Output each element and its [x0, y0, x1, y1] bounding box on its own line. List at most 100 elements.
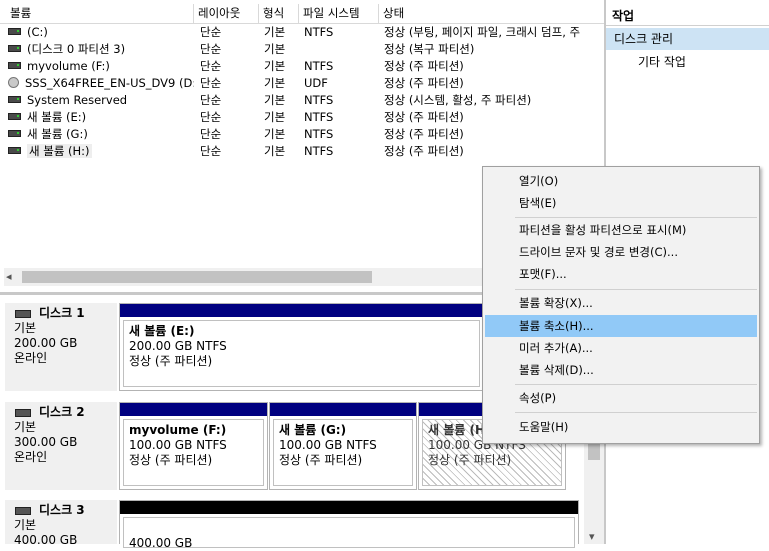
menu-item-change-drive-letter[interactable]: 드라이브 문자 및 경로 변경(C)... [485, 241, 757, 263]
partition[interactable]: 400.00 GB [119, 500, 579, 550]
disk-size: 300.00 GB [14, 435, 78, 449]
disk-info[interactable]: 디스크 3 기본 400.00 GB [5, 500, 117, 547]
volume-name: 새 볼륨 (G:) [27, 127, 88, 141]
disk-kind: 기본 [14, 321, 37, 335]
disk-title: 디스크 1 [39, 306, 85, 320]
volume-row[interactable]: 새 볼륨 (G:) 단순 기본 NTFS 정상 (주 파티션) [0, 126, 604, 143]
partition-size: 100.00 GB NTFS [279, 438, 377, 452]
volume-name: System Reserved [27, 93, 128, 107]
partition[interactable]: 새 볼륨 (E:) 200.00 GB NTFS 정상 (주 파티션) [119, 303, 484, 391]
menu-separator [515, 412, 757, 413]
volume-row[interactable]: 새 볼륨 (E:) 단순 기본 NTFS 정상 (주 파티션) [0, 109, 604, 126]
menu-item-explore[interactable]: 탐색(E) [485, 192, 757, 214]
menu-item-mark-active[interactable]: 파티션을 활성 파티션으로 표시(M) [485, 219, 757, 241]
menu-separator [515, 289, 757, 290]
volume-name: SSS_X64FREE_EN-US_DV9 (D:) [25, 76, 194, 90]
volume-type: 기본 [264, 59, 286, 73]
actions-title: 작업 [606, 6, 769, 26]
volume-name: 새 볼륨 (E:) [27, 110, 87, 124]
disk-state: 온라인 [14, 351, 48, 365]
menu-item-add-mirror[interactable]: 미러 추가(A)... [485, 337, 757, 359]
partition[interactable]: myvolume (F:) 100.00 GB NTFS 정상 (주 파티션) [119, 402, 268, 490]
volume-layout: 단순 [200, 93, 222, 107]
volume-name: 새 볼륨 (H:) [27, 144, 92, 158]
volume-name: myvolume (F:) [27, 59, 110, 73]
partition-name: myvolume (F:) [129, 423, 227, 437]
disk-title: 디스크 3 [39, 503, 85, 517]
volume-status: 정상 (주 파티션) [384, 76, 464, 90]
partition-status: 정상 (주 파티션) [129, 453, 213, 467]
disk-info[interactable]: 디스크 1 기본 200.00 GB 온라인 [5, 303, 117, 391]
volume-status: 정상 (주 파티션) [384, 144, 464, 158]
column-header-filesystem[interactable]: 파일 시스템 [299, 4, 379, 23]
volume-fs: NTFS [304, 25, 334, 39]
volume-list-header: 볼륨 레이아웃 형식 파일 시스템 상태 [0, 4, 604, 24]
volume-layout: 단순 [200, 25, 222, 39]
menu-item-properties[interactable]: 속성(P) [485, 387, 757, 409]
volume-status: 정상 (주 파티션) [384, 127, 464, 141]
partition-status: 정상 (주 파티션) [279, 453, 363, 467]
scroll-thumb[interactable] [22, 271, 372, 283]
volume-status: 정상 (주 파티션) [384, 59, 464, 73]
volume-layout: 단순 [200, 76, 222, 90]
drive-icon [8, 45, 21, 52]
column-header-status[interactable]: 상태 [379, 4, 604, 23]
volume-status: 정상 (복구 파티션) [384, 42, 475, 56]
menu-item-delete-volume[interactable]: 볼륨 삭제(D)... [485, 359, 757, 381]
partition[interactable]: 새 볼륨 (G:) 100.00 GB NTFS 정상 (주 파티션) [269, 402, 417, 490]
volume-row-selected[interactable]: 새 볼륨 (H:) 단순 기본 NTFS 정상 (주 파티션) [0, 143, 604, 160]
scroll-left-icon[interactable]: ◂ [6, 270, 12, 283]
volume-type: 기본 [264, 127, 286, 141]
volume-row[interactable]: (C:) 단순 기본 NTFS 정상 (부팅, 페이지 파일, 크래시 덤프, … [0, 24, 604, 41]
drive-icon [8, 96, 21, 103]
disk-icon [15, 408, 31, 417]
column-header-layout[interactable]: 레이아웃 [194, 4, 259, 23]
drive-icon [8, 28, 21, 35]
volume-row[interactable]: (디스크 0 파티션 3) 단순 기본 정상 (복구 파티션) [0, 41, 604, 58]
menu-separator [515, 217, 757, 218]
partition-status: 정상 (주 파티션) [428, 453, 512, 467]
volume-row[interactable]: System Reserved 단순 기본 NTFS 정상 (시스템, 활성, … [0, 92, 604, 109]
drive-icon [8, 113, 21, 120]
disk-size: 400.00 GB [14, 533, 78, 547]
volume-fs: NTFS [304, 59, 334, 73]
volume-row[interactable]: SSS_X64FREE_EN-US_DV9 (D:) 단순 기본 UDF 정상 … [0, 75, 604, 92]
volume-type: 기본 [264, 93, 286, 107]
volume-layout: 단순 [200, 59, 222, 73]
volume-type: 기본 [264, 76, 286, 90]
action-more-actions[interactable]: 기타 작업 [638, 53, 686, 71]
volume-layout: 단순 [200, 42, 222, 56]
menu-item-help[interactable]: 도움말(H) [485, 416, 757, 438]
volume-type: 기본 [264, 144, 286, 158]
menu-item-shrink-volume[interactable]: 볼륨 축소(H)... [485, 315, 757, 337]
disk-icon [15, 309, 31, 318]
drive-icon [8, 130, 21, 137]
volume-fs: NTFS [304, 110, 334, 124]
volume-name: (디스크 0 파티션 3) [27, 42, 126, 56]
menu-separator [515, 384, 757, 385]
volume-status: 정상 (주 파티션) [384, 110, 464, 124]
disk-icon [15, 506, 31, 515]
partition-size: 100.00 GB NTFS [129, 438, 227, 452]
menu-item-extend-volume[interactable]: 볼륨 확장(X)... [485, 292, 757, 314]
column-header-type[interactable]: 형식 [259, 4, 299, 23]
volume-row[interactable]: myvolume (F:) 단순 기본 NTFS 정상 (주 파티션) [0, 58, 604, 75]
menu-item-open[interactable]: 열기(O) [485, 170, 757, 192]
column-header-volume[interactable]: 볼륨 [6, 4, 194, 23]
volume-status: 정상 (부팅, 페이지 파일, 크래시 덤프, 주 [384, 25, 581, 39]
disk-size: 200.00 GB [14, 336, 78, 350]
drive-icon [8, 147, 21, 154]
action-disk-management[interactable]: 디스크 관리 [606, 28, 769, 50]
volume-type: 기본 [264, 25, 286, 39]
partition-name: 새 볼륨 (E:) [129, 324, 195, 338]
volume-type: 기본 [264, 42, 286, 56]
cd-drive-icon [8, 77, 19, 88]
menu-item-format[interactable]: 포맷(F)... [485, 263, 757, 285]
disk-kind: 기본 [14, 420, 37, 434]
disk-kind: 기본 [14, 518, 37, 532]
scroll-down-icon[interactable]: ▾ [589, 530, 595, 543]
volume-fs: NTFS [304, 93, 334, 107]
drive-icon [8, 62, 21, 69]
disk-info[interactable]: 디스크 2 기본 300.00 GB 온라인 [5, 402, 117, 490]
partition-status: 정상 (주 파티션) [129, 354, 213, 368]
